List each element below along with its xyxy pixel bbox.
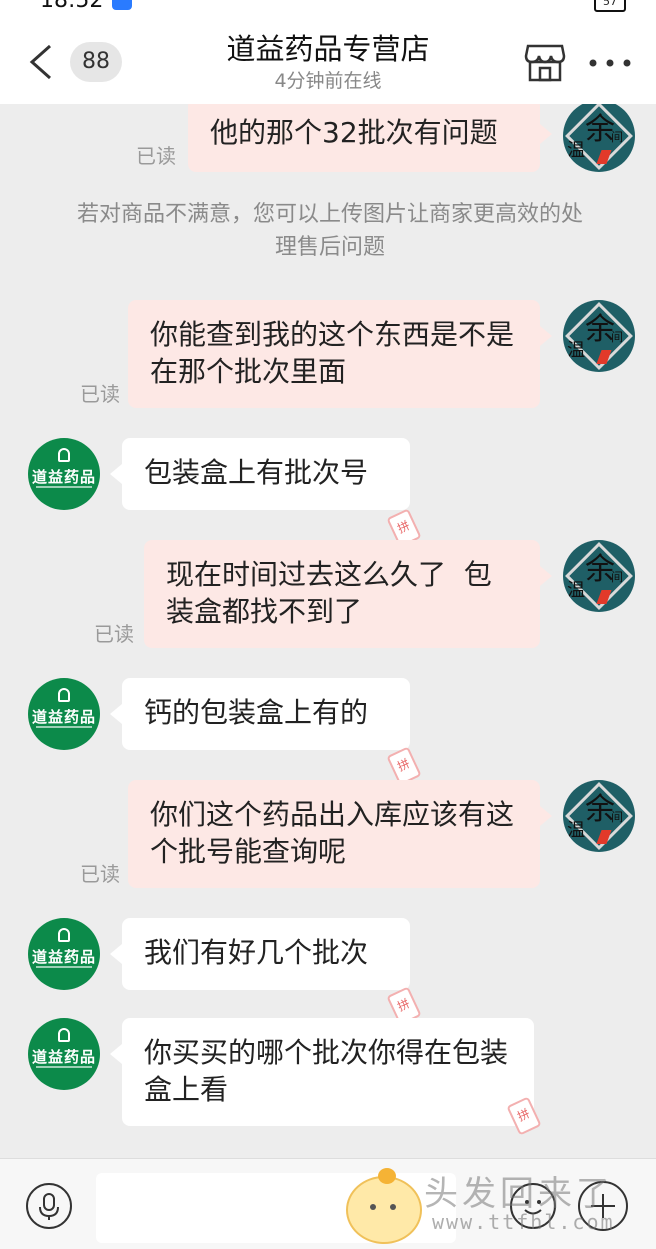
- message-bubble-shop[interactable]: 钙的包装盒上有的: [110, 678, 410, 750]
- more-icon[interactable]: [588, 58, 632, 68]
- message-bubble-mine[interactable]: 你能查到我的这个东西是不是在那个批次里面: [128, 300, 552, 408]
- notification-icon: [112, 0, 132, 10]
- message-bubble-shop[interactable]: 你买买的哪个批次你得在包装盒上看: [110, 1018, 534, 1126]
- read-receipt: 已读: [94, 622, 134, 646]
- message-bubble-shop[interactable]: 我们有好几个批次: [110, 918, 410, 990]
- user-avatar[interactable]: 余 温 间: [563, 780, 635, 852]
- status-bar: 18:52 57: [0, 0, 656, 14]
- store-icon[interactable]: [524, 42, 566, 82]
- status-time: 18:52: [40, 0, 104, 13]
- system-notice: 若对商品不满意，您可以上传图片让商家更高效的处理售后问题: [76, 202, 583, 260]
- shop-avatar[interactable]: 道益药品: [28, 438, 100, 510]
- message-list[interactable]: 已读 他的那个32批次有问题 余 温 间 若对商品不满意，您可以上传图片让商家更…: [0, 98, 656, 1158]
- watermark-url: www.ttfhl.com: [432, 1210, 615, 1234]
- message-bubble-shop[interactable]: 包装盒上有批次号: [110, 438, 410, 510]
- read-receipt: 已读: [136, 144, 176, 168]
- battery-icon: 57: [594, 0, 626, 12]
- message-bubble-mine[interactable]: 你们这个药品出入库应该有这个批号能查询呢: [128, 780, 552, 888]
- message-bubble-mine[interactable]: 他的那个32批次有问题: [188, 98, 552, 172]
- chat-header: 88 道益药品专营店 4分钟前在线: [0, 14, 656, 104]
- watermark-text: 头发回来了: [424, 1174, 614, 1214]
- shop-avatar[interactable]: 道益药品: [28, 678, 100, 750]
- microphone-icon: [39, 1193, 59, 1220]
- message-bubble-mine[interactable]: 现在时间过去这么久了 包装盒都找不到了: [144, 540, 552, 648]
- read-receipt: 已读: [80, 382, 120, 406]
- voice-button[interactable]: [26, 1183, 72, 1229]
- user-avatar[interactable]: 余 温 间: [563, 300, 635, 372]
- user-avatar[interactable]: 余 温 间: [563, 100, 635, 172]
- shop-avatar[interactable]: 道益药品: [28, 918, 100, 990]
- watermark-mascot-icon: [346, 1168, 422, 1244]
- shop-avatar[interactable]: 道益药品: [28, 1018, 100, 1090]
- user-avatar[interactable]: 余 温 间: [563, 540, 635, 612]
- read-receipt: 已读: [80, 862, 120, 886]
